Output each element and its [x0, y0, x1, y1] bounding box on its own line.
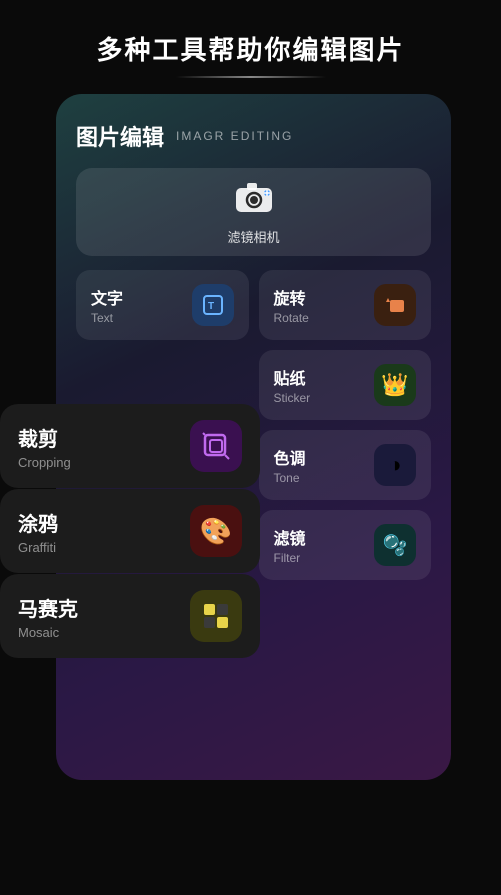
filter-icon: 🫧	[374, 524, 416, 566]
page-layout: 图片编辑 IMAGR EDITING 滤镜相机	[0, 94, 501, 895]
crop-icon	[190, 420, 242, 472]
card-title-row: 图片编辑 IMAGR EDITING	[76, 120, 431, 152]
tone-tool-zh: 色调	[274, 445, 306, 469]
text-tool-en: Text	[91, 311, 123, 325]
mosaic-tool-btn[interactable]: 马赛克 Mosaic	[0, 574, 260, 658]
crop-tool-zh: 裁剪	[18, 423, 71, 452]
tone-icon: ◑	[374, 444, 416, 486]
mosaic-tool-labels: 马赛克 Mosaic	[18, 593, 78, 640]
filter-tool-zh: 滤镜	[274, 525, 306, 549]
crop-tool-labels: 裁剪 Cropping	[18, 423, 71, 470]
sticker-tool-en: Sticker	[274, 391, 311, 405]
mosaic-tool-zh: 马赛克	[18, 593, 78, 622]
crop-tool-btn[interactable]: 裁剪 Cropping	[0, 404, 260, 488]
graffiti-tool-labels: 涂鸦 Graffiti	[18, 508, 58, 555]
tone-tool-btn[interactable]: 色调 Tone ◑	[259, 430, 432, 500]
mosaic-tool-en: Mosaic	[18, 625, 78, 640]
camera-icon	[234, 178, 274, 219]
header-underline	[176, 76, 326, 78]
camera-label: 滤镜相机	[227, 227, 279, 246]
text-tool-zh: 文字	[91, 285, 123, 309]
graffiti-tool-btn[interactable]: 涂鸦 Graffiti 🎨	[0, 489, 260, 573]
rotate-tool-btn[interactable]: 旋转 Rotate	[259, 270, 432, 340]
card-title-en: IMAGR EDITING	[176, 129, 293, 143]
sticker-tool-labels: 贴纸 Sticker	[274, 365, 311, 405]
filter-tool-en: Filter	[274, 551, 306, 565]
rotate-tool-zh: 旋转	[274, 285, 309, 309]
text-rotate-row: 文字 Text T 旋转 Rotate	[76, 270, 431, 340]
svg-text:T: T	[208, 301, 214, 312]
graffiti-tool-en: Graffiti	[18, 540, 58, 555]
rotate-icon	[374, 284, 416, 326]
tone-tool-labels: 色调 Tone	[274, 445, 306, 485]
rotate-tool-en: Rotate	[274, 311, 309, 325]
crop-tool-en: Cropping	[18, 455, 71, 470]
text-icon: T	[192, 284, 234, 326]
graffiti-icon: 🎨	[190, 505, 242, 557]
sticker-icon: 👑	[374, 364, 416, 406]
filter-tool-labels: 滤镜 Filter	[274, 525, 306, 565]
rotate-tool-labels: 旋转 Rotate	[274, 285, 309, 325]
sticker-tool-zh: 贴纸	[274, 365, 311, 389]
card-title-zh: 图片编辑	[76, 120, 164, 152]
graffiti-tool-zh: 涂鸦	[18, 508, 58, 537]
text-tool-labels: 文字 Text	[91, 285, 123, 325]
page-title: 多种工具帮助你编辑图片	[66, 32, 434, 68]
mosaic-icon	[190, 590, 242, 642]
tone-tool-en: Tone	[274, 471, 306, 485]
sticker-tool-btn[interactable]: 贴纸 Sticker 👑	[259, 350, 432, 420]
filter-tool-btn[interactable]: 滤镜 Filter 🫧	[259, 510, 432, 580]
camera-button[interactable]: 滤镜相机	[76, 168, 431, 256]
text-tool-btn[interactable]: 文字 Text T	[76, 270, 249, 340]
